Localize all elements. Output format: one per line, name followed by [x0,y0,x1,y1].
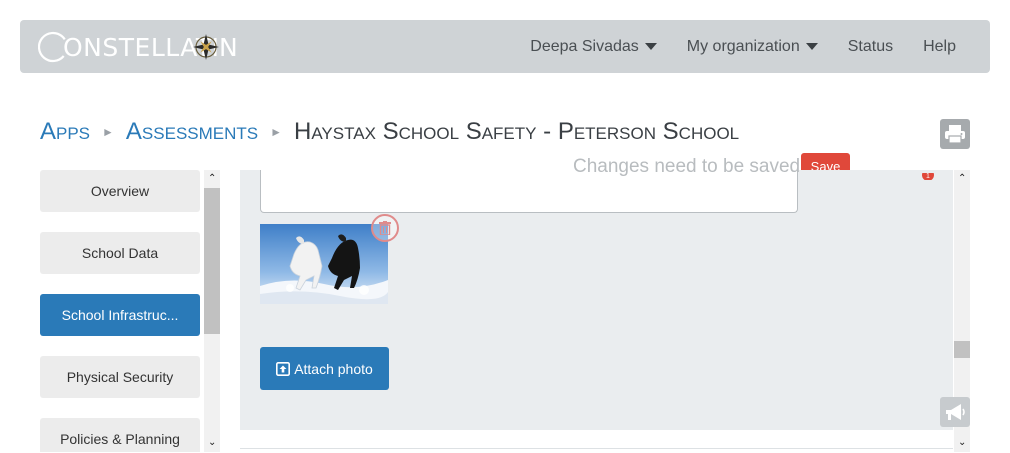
printer-icon [945,125,965,144]
chevron-down-icon [805,43,818,50]
nav-help-link[interactable]: Help [923,38,956,56]
notification-badge[interactable]: 1 [920,170,936,180]
logo-wordmark: ONSTELLATI N [37,31,238,63]
scroll-up-icon[interactable]: ⌃ [208,174,216,184]
megaphone-icon [946,404,965,420]
sidebar-scrollbar[interactable]: ⌃ ⌄ [204,170,220,452]
badge-count: 1 [926,173,930,180]
main-nav: Deepa Sivadas My organization Status Hel… [530,20,956,73]
breadcrumb-separator-icon: ► [270,125,283,139]
nav-user-menu[interactable]: Deepa Sivadas [530,38,657,56]
sidebar-item-physical-security[interactable]: Physical Security [40,356,200,398]
chevron-down-icon [644,43,657,50]
attach-photo-label: Attach photo [294,360,373,377]
top-navbar: ONSTELLATI N Deepa Sivadas My organizati… [20,20,990,73]
upload-icon [276,361,291,376]
nav-organization-menu[interactable]: My organization [687,38,818,56]
horses-photo [260,224,388,304]
sidebar-item-policies-planning[interactable]: Policies & Planning [40,418,200,452]
page-title: Haystax School Safety - Peterson School [294,118,740,145]
main-scroll-thumb[interactable] [954,341,970,358]
delete-photo-button[interactable] [371,214,399,242]
trash-icon [379,221,391,235]
scroll-down-icon[interactable]: ⌄ [208,438,216,448]
scroll-up-icon[interactable]: ⌃ [958,174,966,184]
photo-panel: Attach photo [240,170,953,430]
unsaved-changes-text: Changes need to be saved [573,156,801,177]
breadcrumb-assessments-link[interactable]: Assessments [126,118,258,146]
attached-photo-thumbnail[interactable] [260,224,388,304]
sidebar-item-overview[interactable]: Overview [40,170,200,212]
breadcrumb-apps-link[interactable]: Apps [40,118,90,146]
next-panel-edge [240,448,953,453]
scroll-down-icon[interactable]: ⌄ [958,438,966,448]
breadcrumb-separator-icon: ► [102,125,114,139]
svg-text:N: N [219,33,238,62]
section-sidebar: Overview School Data School Infrastruc..… [40,170,200,452]
save-button[interactable]: Save [801,153,850,170]
sidebar-scroll-thumb[interactable] [204,188,220,334]
breadcrumb: Apps ► Assessments ► Haystax School Safe… [40,116,739,148]
badge-icon: 1 [922,170,934,180]
nav-user-label: Deepa Sivadas [530,37,639,55]
constellation-logo[interactable]: ONSTELLATI N [37,29,238,65]
nav-status-link[interactable]: Status [848,38,893,56]
announcement-button[interactable] [940,397,970,427]
print-button[interactable] [940,119,970,149]
attach-photo-button[interactable]: Attach photo [260,347,389,390]
sidebar-item-school-infrastructure[interactable]: School Infrastruc... [40,294,200,336]
nav-organization-label: My organization [686,37,800,55]
sidebar-item-school-data[interactable]: School Data [40,232,200,274]
